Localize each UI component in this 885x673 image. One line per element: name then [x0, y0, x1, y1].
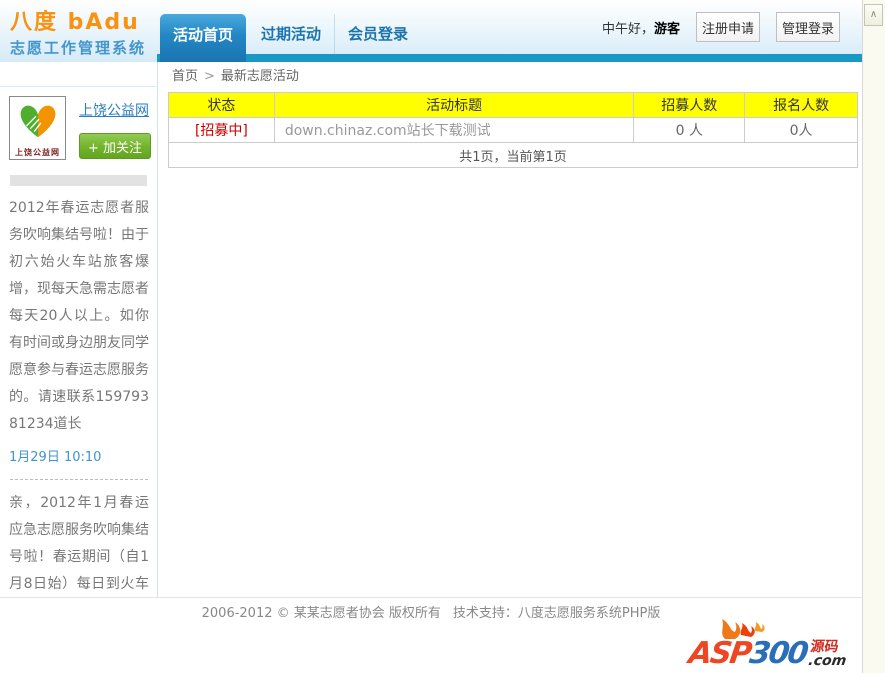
site-logo-caption: 上饶公益网: [15, 147, 60, 158]
footer-divider: [0, 597, 862, 598]
sidebar: 上饶公益网 上饶公益网 + 加关注 2012年春运志愿者服务吹响集结号啦！由于初…: [0, 86, 157, 597]
copyright-text: 2006-2012 © 某某志愿者协会 版权所有: [202, 606, 441, 621]
sidebar-post-2: 亲，2012年1月春运应急志愿服务吹响集结号啦！春运期间（自1月8日始）每日到火…: [9, 490, 149, 597]
scroll-up-button[interactable]: ∧: [864, 4, 883, 26]
header-user-area: 中午好，游客 注册申请 管理登录: [602, 11, 852, 43]
activity-table: 状态 活动标题 招募人数 报名人数 [招募中] down.chinaz.com站…: [168, 92, 858, 168]
site-logo-image: 上饶公益网: [9, 96, 66, 160]
sidebar-dashed-divider: [10, 479, 148, 480]
asp300-logo-text: ASP300 源码 .com: [687, 639, 849, 669]
support-text: 技术支持：八度志愿服务系统PHP版: [453, 606, 660, 621]
site-name-link[interactable]: 上饶公益网: [79, 100, 151, 120]
admin-login-button[interactable]: 管理登录: [776, 12, 840, 42]
activity-recruit-count: 0 人: [634, 118, 745, 143]
follow-button[interactable]: + 加关注: [79, 133, 151, 159]
plus-icon: +: [88, 141, 99, 156]
column-header-signup-count: 报名人数: [745, 93, 858, 118]
tab-activity-home[interactable]: 活动首页: [160, 14, 246, 62]
asp-cn-label: 源码: [809, 640, 839, 654]
chevron-up-icon: ∧: [870, 9, 877, 20]
breadcrumb-home-link[interactable]: 首页: [172, 69, 198, 84]
sidebar-section-bar: [10, 175, 147, 186]
greeting-prefix: 中午好，: [602, 22, 654, 37]
register-button[interactable]: 注册申请: [696, 12, 760, 42]
activity-signup-count: 0人: [745, 118, 858, 143]
breadcrumb-current: 最新志愿活动: [221, 69, 299, 84]
sidebar-post-1: 2012年春运志愿者服务吹响集结号啦！由于初六始火车站旅客爆增，现每天急需志愿者…: [9, 195, 149, 438]
table-row: [招募中] down.chinaz.com站长下载测试 0 人 0人: [169, 118, 858, 143]
column-header-title: 活动标题: [274, 93, 634, 118]
asp-word: ASP: [687, 639, 752, 669]
pagination-status: 共1页，当前第1页: [169, 143, 858, 168]
asp-number: 300: [748, 639, 809, 669]
page: 八度 bAdu 志愿工作管理系统 中午好，游客 注册申请 管理登录 活动首页 过…: [0, 0, 885, 673]
tab-expired-activities[interactable]: 过期活动: [248, 14, 335, 54]
asp-com-label: .com: [807, 654, 847, 669]
breadcrumb-separator: >: [204, 69, 215, 84]
sidebar-post-1-date: 1月29日 10:10: [9, 446, 149, 465]
sidebar-site-actions: 上饶公益网 + 加关注: [79, 96, 151, 160]
nav-underline-bar: [157, 54, 862, 62]
breadcrumb: 首页 > 最新志愿活动: [172, 64, 299, 90]
sidebar-divider-line: [157, 62, 158, 597]
heart-hands-icon: [15, 100, 61, 146]
asp-suffix: 源码 .com: [807, 640, 849, 669]
brand-logo: 八度 bAdu 志愿工作管理系统: [10, 8, 160, 58]
brand-title: 八度 bAdu: [10, 8, 160, 38]
pagination-row: 共1页，当前第1页: [169, 143, 858, 168]
follow-button-label: 加关注: [99, 141, 142, 156]
sidebar-site-header: 上饶公益网 上饶公益网 + 加关注: [9, 96, 149, 160]
scrollbar-track[interactable]: ∧: [862, 0, 885, 673]
column-header-recruit-count: 招募人数: [634, 93, 745, 118]
sidebar-post-2-text: 亲，2012年1月春运应急志愿服务吹响集结号啦！春运期间（自1月8日始）每日到火…: [9, 495, 149, 597]
tab-member-login[interactable]: 会员登录: [335, 14, 421, 54]
greeting-username: 游客: [654, 22, 680, 37]
activity-title-link[interactable]: down.chinaz.com站长下载测试: [274, 118, 634, 143]
activity-status: [招募中]: [169, 118, 275, 143]
greeting-text: 中午好，游客: [602, 18, 680, 37]
asp300-logo-badge[interactable]: ASP300 源码 .com: [689, 621, 879, 671]
header: 八度 bAdu 志愿工作管理系统 中午好，游客 注册申请 管理登录 活动首页 过…: [0, 0, 862, 62]
column-header-status: 状态: [169, 93, 275, 118]
brand-subtitle: 志愿工作管理系统: [10, 38, 160, 58]
table-header-row: 状态 活动标题 招募人数 报名人数: [169, 93, 858, 118]
